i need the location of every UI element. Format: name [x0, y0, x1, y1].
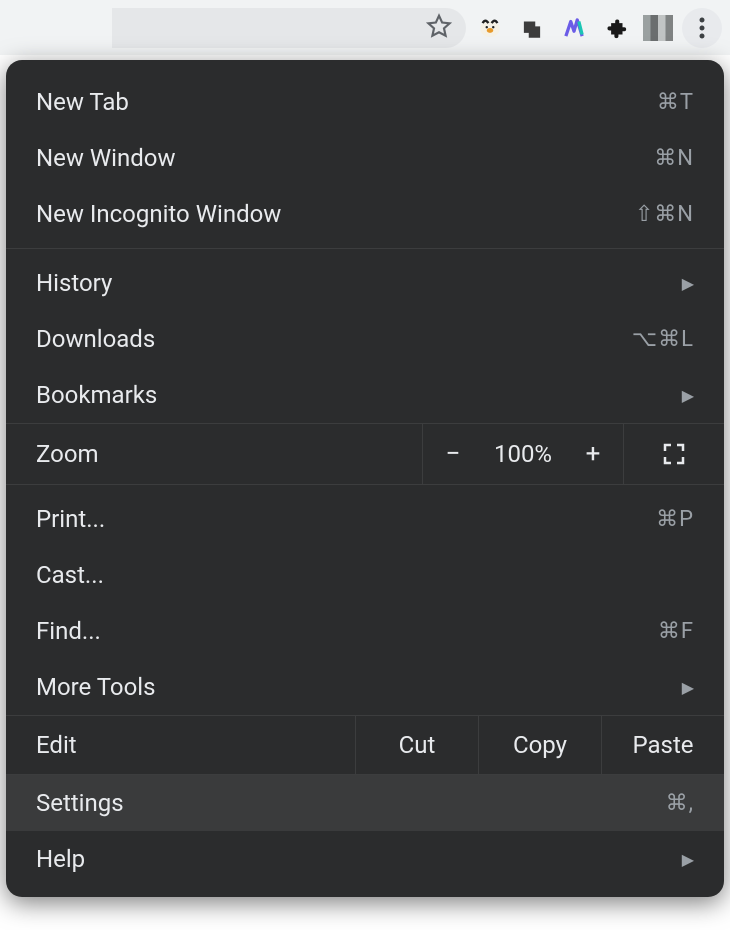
fullscreen-icon	[662, 442, 686, 466]
chevron-right-icon: ▶	[682, 386, 694, 405]
shortcut: ⇧⌘N	[635, 202, 694, 227]
shortcut: ⌘N	[654, 146, 694, 171]
menu-label: Downloads	[36, 325, 632, 353]
chevron-right-icon: ▶	[682, 850, 694, 869]
shortcut: ⌥⌘L	[632, 327, 694, 352]
edit-copy-button[interactable]: Copy	[478, 716, 601, 774]
menu-label: Edit	[6, 716, 355, 774]
chevron-right-icon: ▶	[682, 678, 694, 697]
shortcut: ⌘T	[657, 90, 694, 115]
menu-zoom: Zoom − 100% +	[6, 423, 724, 485]
shortcut: ⌘F	[658, 619, 694, 644]
shortcut: ⌘,	[666, 791, 694, 816]
zoom-value: 100%	[483, 440, 563, 468]
menu-label: Cast...	[36, 561, 694, 589]
menu-label: New Incognito Window	[36, 200, 635, 228]
chevron-right-icon: ▶	[682, 274, 694, 293]
zoom-out-button[interactable]: −	[423, 439, 483, 469]
menu-new-tab[interactable]: New Tab ⌘T	[6, 74, 724, 130]
profile-icon[interactable]	[640, 10, 676, 46]
menu-history[interactable]: History ▶	[6, 255, 724, 311]
puzzle-icon[interactable]	[598, 10, 634, 46]
address-bar-end	[112, 8, 466, 48]
menu-label: New Window	[36, 144, 654, 172]
menu-cast[interactable]: Cast...	[6, 547, 724, 603]
menu-label: Settings	[36, 789, 666, 817]
menu-find[interactable]: Find... ⌘F	[6, 603, 724, 659]
menu-edit: Edit Cut Copy Paste	[6, 715, 724, 775]
menu-settings[interactable]: Settings ⌘,	[6, 775, 724, 831]
menu-label: Bookmarks	[36, 381, 682, 409]
edit-cut-button[interactable]: Cut	[355, 716, 478, 774]
fullscreen-button[interactable]	[623, 424, 724, 484]
menu-new-window[interactable]: New Window ⌘N	[6, 130, 724, 186]
menu-label: History	[36, 269, 682, 297]
zoom-in-button[interactable]: +	[563, 439, 623, 469]
separator	[6, 248, 724, 249]
star-icon[interactable]	[426, 13, 452, 43]
menu-label: Find...	[36, 617, 658, 645]
menu-new-incognito[interactable]: New Incognito Window ⇧⌘N	[6, 186, 724, 242]
menu-label: New Tab	[36, 88, 657, 116]
menu-label: Print...	[36, 505, 656, 533]
menu-bookmarks[interactable]: Bookmarks ▶	[6, 367, 724, 423]
menu-help[interactable]: Help ▶	[6, 831, 724, 887]
menu-label: More Tools	[36, 673, 682, 701]
shortcut: ⌘P	[656, 507, 694, 532]
menu-label: Help	[36, 845, 682, 873]
zoom-controls: − 100% +	[422, 424, 623, 484]
tabs-icon[interactable]	[514, 10, 550, 46]
main-menu: New Tab ⌘T New Window ⌘N New Incognito W…	[6, 60, 724, 897]
menu-print[interactable]: Print... ⌘P	[6, 491, 724, 547]
menu-downloads[interactable]: Downloads ⌥⌘L	[6, 311, 724, 367]
badger-icon[interactable]	[472, 10, 508, 46]
menu-label: Zoom	[6, 424, 422, 484]
menu-more-tools[interactable]: More Tools ▶	[6, 659, 724, 715]
kebab-icon[interactable]	[682, 8, 722, 48]
browser-toolbar	[0, 0, 730, 55]
edit-paste-button[interactable]: Paste	[601, 716, 724, 774]
monitor-icon[interactable]	[556, 10, 592, 46]
